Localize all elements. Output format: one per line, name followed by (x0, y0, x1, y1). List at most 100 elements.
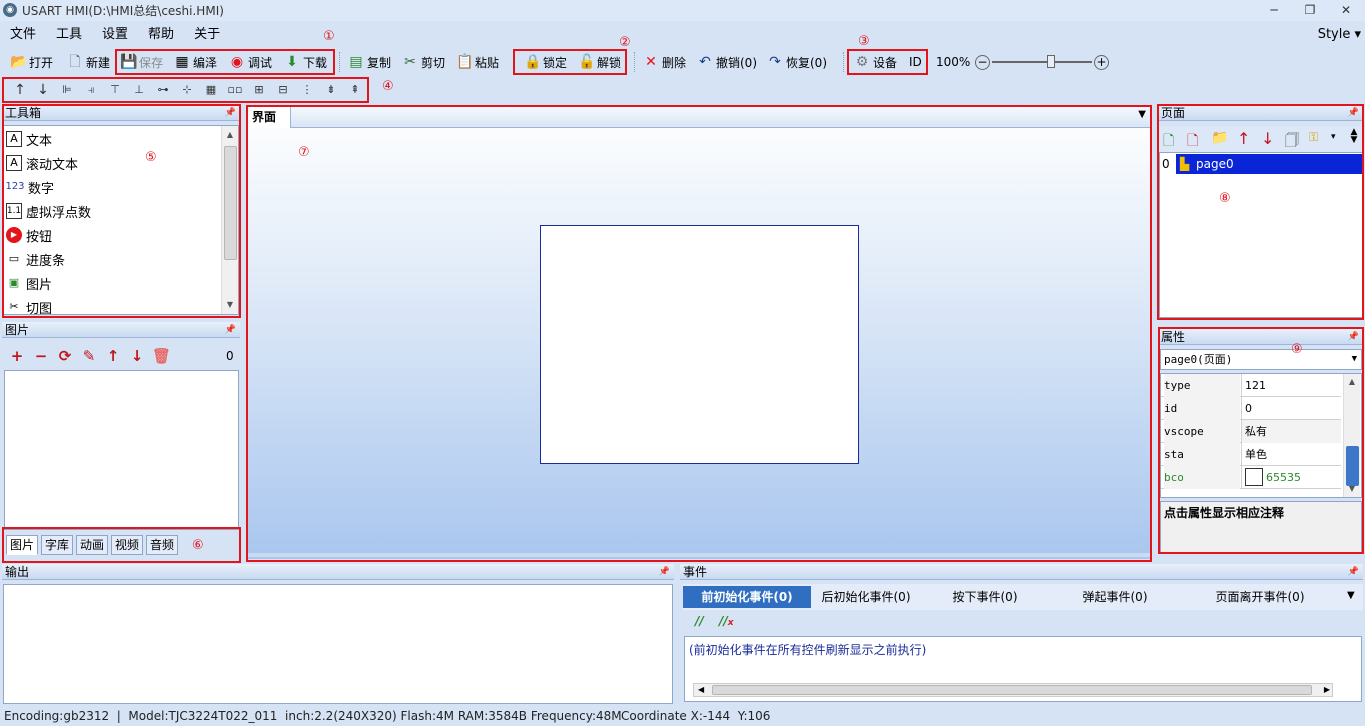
pin-icon[interactable]: 📌 (225, 105, 236, 121)
space-horizontal-icon[interactable]: ▫▫ (226, 81, 244, 99)
open-button[interactable]: 📂 打开 (10, 48, 53, 76)
pin-icon[interactable]: 📌 (1348, 329, 1359, 345)
new-button[interactable]: 🗋 新建 (67, 48, 110, 76)
zoom-thumb[interactable] (1047, 55, 1055, 68)
pin-icon[interactable]: 📌 (1348, 564, 1359, 580)
tab-audio[interactable]: 音频 (146, 535, 179, 555)
scroll-up-icon[interactable]: ▲ (1344, 375, 1360, 389)
download-button[interactable]: ⬇ 下载 (284, 48, 327, 76)
align-left-icon[interactable]: ⊫ (58, 81, 76, 99)
tab-fonts[interactable]: 字库 (41, 535, 74, 555)
import-page-icon[interactable]: 📁 (1211, 130, 1228, 146)
copy-button[interactable]: ▤ 复制 (348, 48, 391, 76)
toolbox-item-picture[interactable]: ▣ 图片 (4, 271, 222, 295)
center-vertical-icon[interactable]: ⊹ (178, 81, 196, 99)
align-top-icon[interactable]: ⊤ (106, 81, 124, 99)
chevron-down-icon[interactable]: ▼ (1347, 590, 1355, 601)
tab-page-leave-event[interactable]: 页面离开事件(0) (1200, 586, 1320, 608)
device-button[interactable]: ⚙ 设备 (854, 48, 897, 76)
pin-icon[interactable]: 📌 (225, 322, 236, 338)
menu-file[interactable]: 文件 (0, 24, 46, 46)
copy-page-icon[interactable]: 🗍 (1285, 130, 1299, 154)
scroll-thumb[interactable] (712, 685, 1312, 695)
undo-button[interactable]: ↶ 撤销(0) (697, 48, 757, 76)
uncomment-icon[interactable]: //x (719, 614, 734, 628)
zoom-out-icon[interactable]: − (975, 54, 990, 70)
delete-page-icon[interactable]: 🗋 (1187, 130, 1198, 154)
property-value[interactable]: 0 (1241, 397, 1341, 420)
scroll-up-icon[interactable]: ▲ (222, 128, 238, 142)
space-vertical-minus-icon[interactable]: ⇞ (346, 81, 364, 99)
redo-button[interactable]: ↷ 恢复(0) (767, 48, 827, 76)
dropdown-icon[interactable]: ▾ (1331, 132, 1336, 142)
property-value[interactable]: 65535 (1241, 466, 1341, 489)
same-size-icon[interactable]: ▦ (202, 81, 220, 99)
trash-icon[interactable]: 🗑 (152, 347, 171, 365)
minimize-button[interactable]: ─ (1264, 2, 1284, 18)
tab-press-event[interactable]: 按下事件(0) (930, 586, 1040, 608)
lock-button[interactable]: 🔒 锁定 (524, 48, 567, 76)
menu-tools[interactable]: 工具 (46, 24, 92, 46)
paste-button[interactable]: 📋 粘贴 (456, 48, 499, 76)
scroll-right-icon[interactable]: ▶ (1324, 684, 1330, 696)
color-swatch[interactable] (1245, 468, 1263, 486)
design-hscroll[interactable] (248, 553, 1150, 557)
tab-design[interactable]: 界面 (248, 107, 292, 128)
move-up-icon[interactable]: ↑ (104, 347, 122, 365)
toolbox-item-button[interactable]: ▶ 按钮 (4, 223, 222, 247)
tab-animation[interactable]: 动画 (76, 535, 109, 555)
comment-icon[interactable]: // (695, 614, 704, 628)
delete-button[interactable]: ✕ 删除 (643, 48, 686, 76)
toolbox-item-progress[interactable]: ▭ 进度条 (4, 247, 222, 271)
scroll-thumb[interactable] (224, 146, 237, 260)
scroll-arrows-icon[interactable]: ▲ ▼ (1349, 128, 1359, 145)
move-down-icon[interactable]: ↓ (128, 347, 146, 365)
key-icon[interactable]: ⚿ (1309, 130, 1318, 145)
add-page-icon[interactable]: 🗋 (1163, 130, 1174, 154)
toolbox-item-number[interactable]: 123 数字 (4, 175, 222, 199)
pin-icon[interactable]: 📌 (659, 564, 670, 580)
output-text[interactable] (3, 584, 673, 704)
pin-icon[interactable]: 📌 (1348, 105, 1359, 121)
property-row-id[interactable]: id 0 (1161, 397, 1341, 420)
property-row-type[interactable]: type 121 (1161, 374, 1341, 397)
align-right-icon[interactable]: ⫣ (82, 81, 100, 99)
page-canvas[interactable] (540, 225, 859, 464)
space-horizontal-plus-icon[interactable]: ⊞ (250, 81, 268, 99)
scroll-down-icon[interactable]: ▼ (222, 298, 238, 312)
cut-button[interactable]: ✂ 剪切 (402, 48, 445, 76)
property-value[interactable]: 121 (1241, 374, 1341, 397)
move-down-icon[interactable]: ↓ (34, 81, 52, 99)
scroll-down-icon[interactable]: ▼ (1344, 482, 1360, 496)
tab-pictures[interactable]: 图片 (6, 535, 39, 555)
page-item-page0[interactable]: ▙ page0 (1176, 154, 1362, 174)
pictures-list[interactable] (4, 370, 239, 530)
menu-help[interactable]: 帮助 (138, 24, 184, 46)
move-up-icon[interactable]: ↑ (11, 81, 29, 99)
replace-icon[interactable]: ⟳ (56, 347, 74, 365)
save-button[interactable]: 💾 保存 (120, 48, 163, 76)
style-menu[interactable]: Style ▾ (1318, 24, 1361, 46)
menu-about[interactable]: 关于 (184, 24, 230, 46)
move-down-icon[interactable]: ↓ (1261, 129, 1274, 148)
menu-settings[interactable]: 设置 (92, 24, 138, 46)
edit-icon[interactable]: ✎ (80, 347, 98, 365)
move-up-icon[interactable]: ↑ (1237, 129, 1250, 148)
zoom-slider[interactable]: − + (975, 48, 1110, 76)
property-value[interactable]: 单色 (1241, 443, 1341, 466)
scroll-thumb[interactable] (1346, 446, 1359, 486)
property-row-sta[interactable]: sta 单色 (1161, 443, 1341, 466)
debug-button[interactable]: ◉ 调试 (229, 48, 272, 76)
space-vertical-icon[interactable]: ⋮ (298, 81, 316, 99)
tab-post-init-event[interactable]: 后初始化事件(0) (811, 586, 921, 608)
tab-pre-init-event[interactable]: 前初始化事件(0) (683, 586, 811, 608)
restore-button[interactable]: ❐ (1300, 2, 1320, 18)
property-row-vscope[interactable]: vscope 私有 (1161, 420, 1341, 443)
toolbox-item-float[interactable]: 1.1 虚拟浮点数 (4, 199, 222, 223)
add-icon[interactable]: + (8, 347, 26, 365)
property-row-bco[interactable]: bco 65535 (1161, 466, 1341, 489)
event-code-editor[interactable]: (前初始化事件在所有控件刷新显示之前执行) ◀ ▶ (684, 636, 1362, 702)
event-hscrollbar[interactable]: ◀ ▶ (693, 683, 1333, 697)
object-selector[interactable]: page0(页面) ▼ (1160, 349, 1362, 370)
chevron-down-icon[interactable]: ▼ (1138, 109, 1146, 120)
